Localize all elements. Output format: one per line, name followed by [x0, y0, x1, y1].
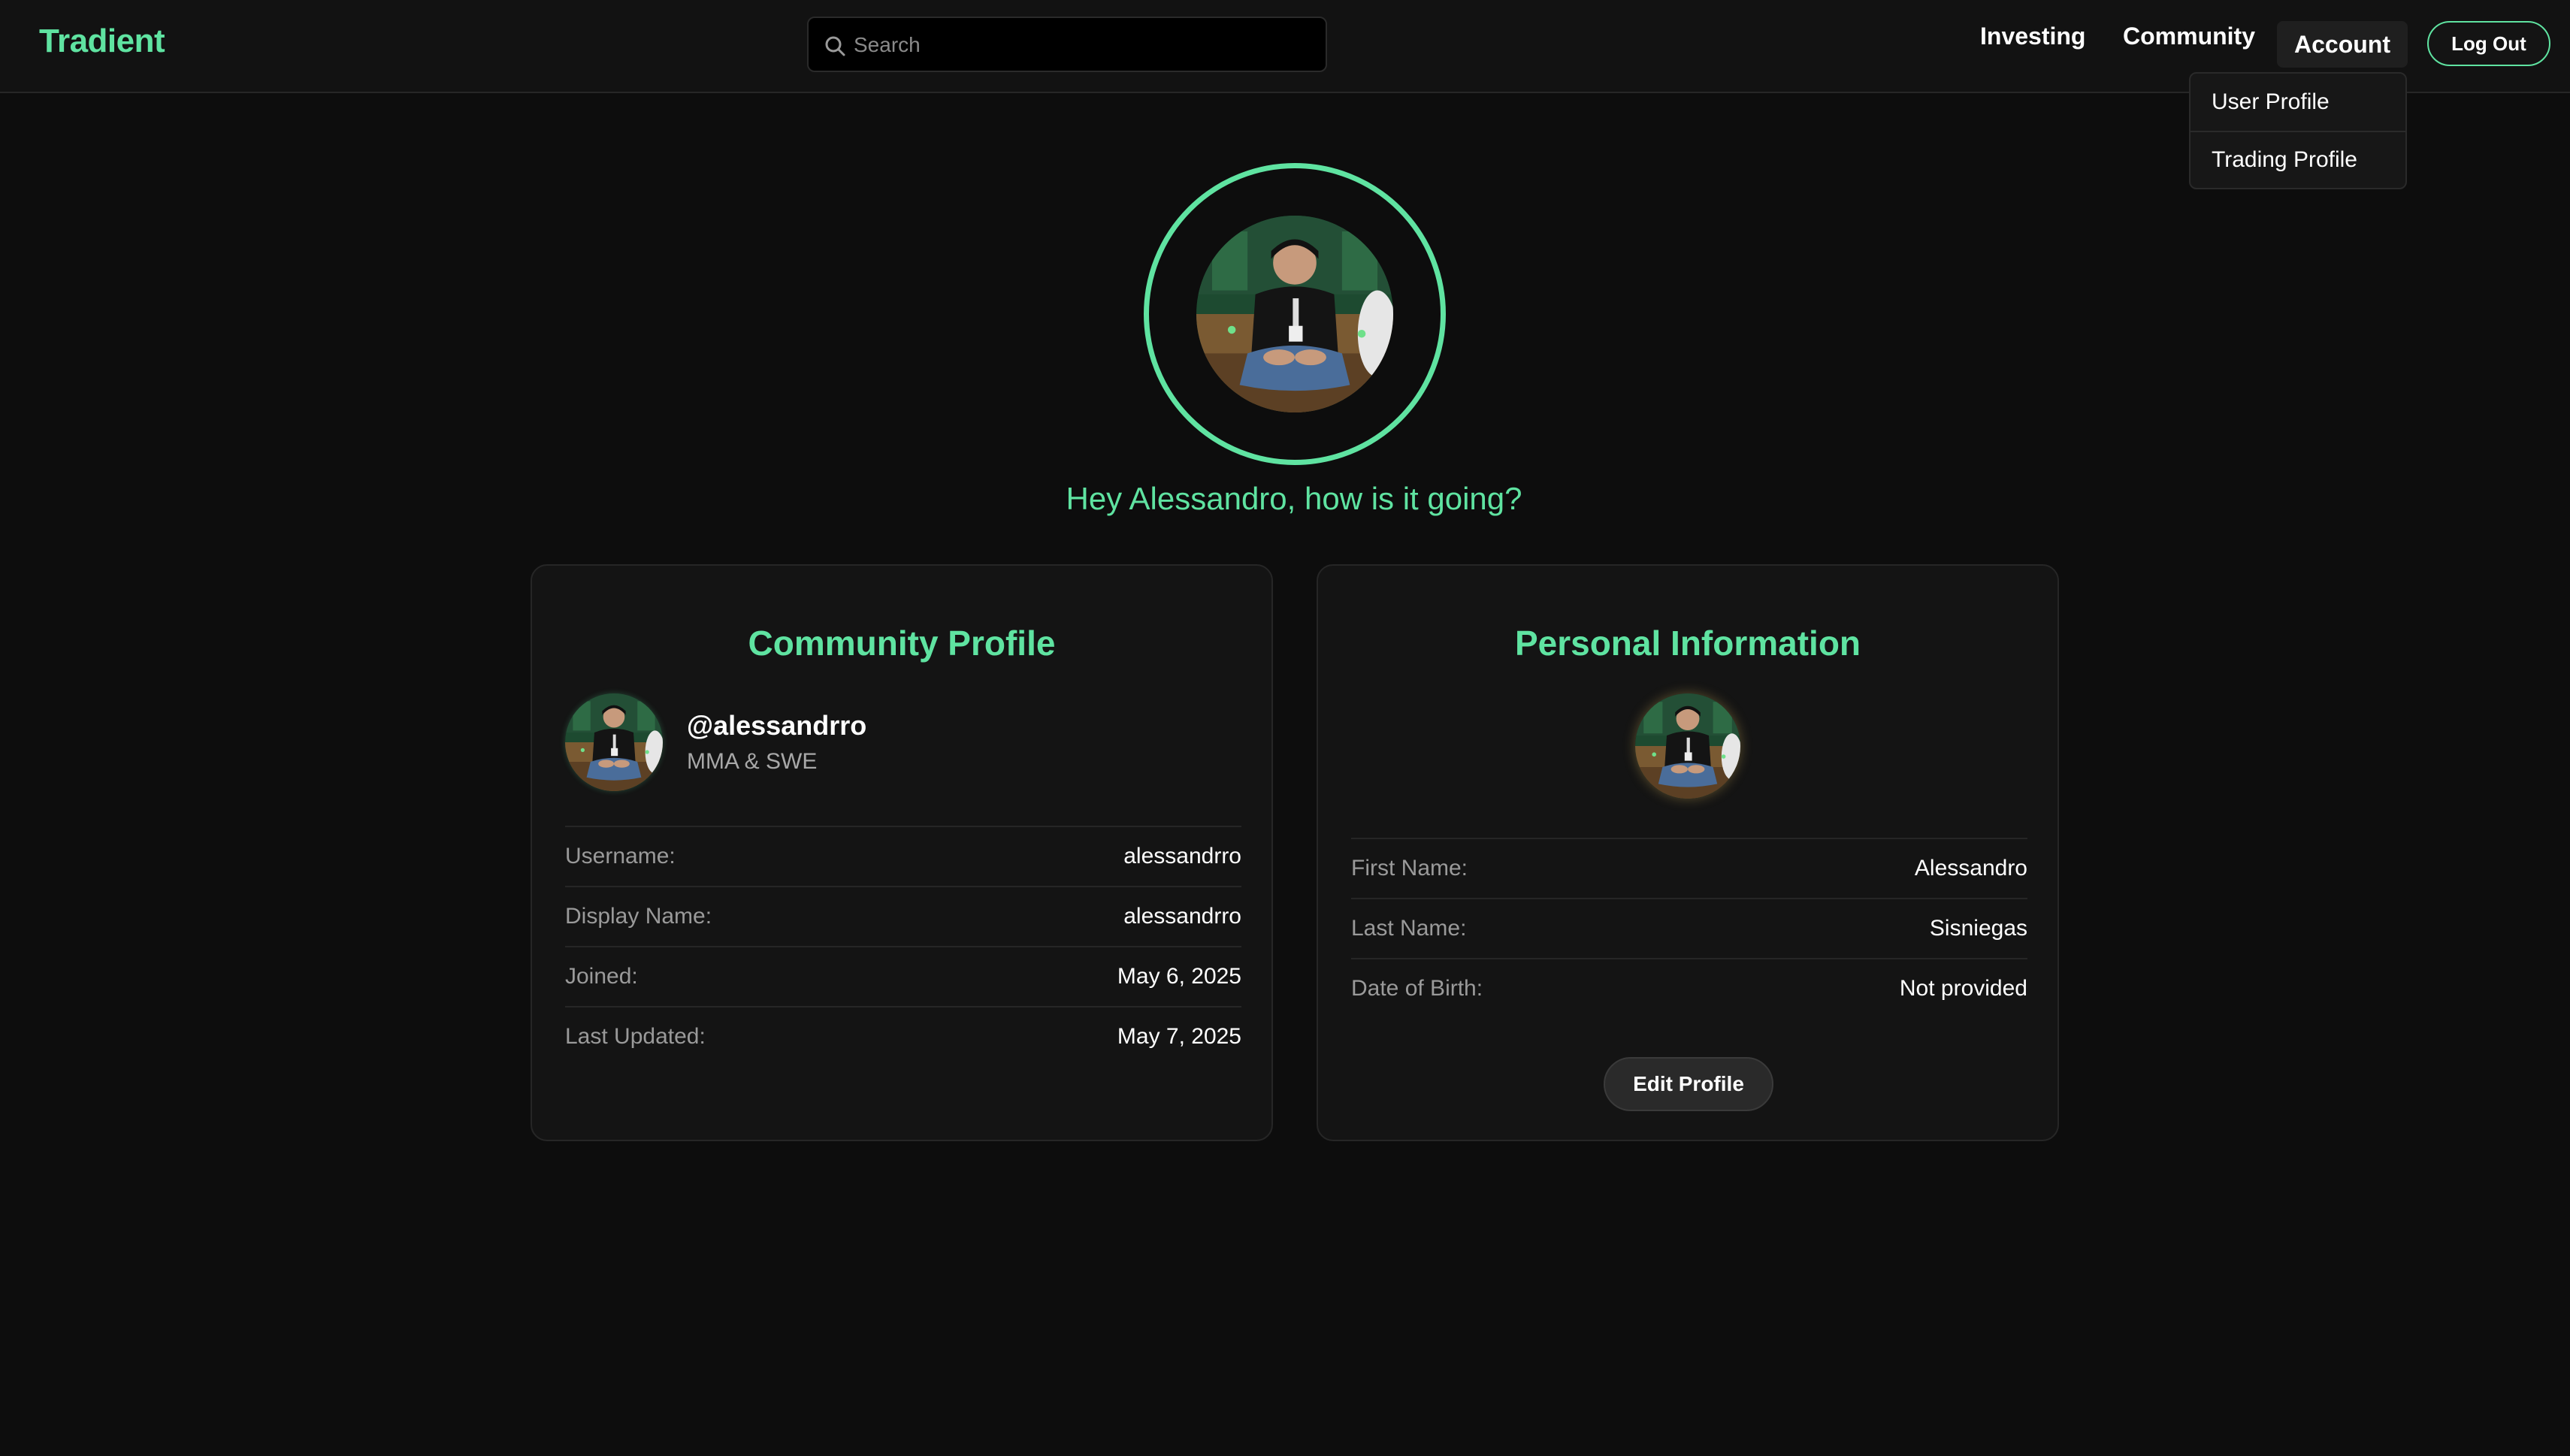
nav-account-menu[interactable]: Account [2277, 21, 2408, 68]
profile-bio: MMA & SWE [687, 749, 818, 774]
info-value: alessandrro [1123, 844, 1241, 868]
info-value: alessandrro [1123, 904, 1241, 929]
info-label: First Name: [1351, 856, 1468, 881]
greeting-text: Hey Alessandro, how is it going? [1066, 481, 1522, 516]
edit-profile-button[interactable]: Edit Profile [1604, 1057, 1773, 1111]
profile-handle: @alessandrro [687, 710, 867, 741]
personal-info-table: First Name: Alessandro Last Name: Sisnie… [1351, 838, 2027, 1018]
info-row-first-name: First Name: Alessandro [1351, 838, 2027, 898]
info-value: May 6, 2025 [1117, 964, 1241, 989]
profile-avatar-ring [1144, 163, 1446, 465]
search-input[interactable] [852, 18, 1306, 72]
community-profile-card: Community Profile @alessandrro MMA & SWE… [531, 564, 1273, 1141]
info-value: Sisniegas [1929, 916, 2027, 941]
logout-button[interactable]: Log Out [2427, 21, 2550, 66]
community-profile-header: @alessandrro MMA & SWE [565, 693, 1241, 793]
search-bar[interactable] [807, 17, 1327, 72]
info-label: Display Name: [565, 904, 712, 929]
personal-information-card: Personal Information First Name: Alessan… [1317, 564, 2059, 1141]
info-value: Not provided [1899, 976, 2027, 1001]
avatar [565, 693, 663, 791]
info-row-last-updated: Last Updated: May 7, 2025 [565, 1006, 1241, 1066]
info-row-date-of-birth: Date of Birth: Not provided [1351, 958, 2027, 1018]
info-value: Alessandro [1914, 856, 2027, 881]
info-label: Last Updated: [565, 1024, 706, 1049]
info-label: Last Name: [1351, 916, 1467, 941]
avatar [1635, 693, 1740, 799]
personal-information-title: Personal Information [1514, 624, 1861, 663]
profile-avatar-large[interactable] [1196, 216, 1393, 412]
info-label: Username: [565, 844, 676, 868]
info-label: Date of Birth: [1351, 976, 1483, 1001]
info-row-display-name: Display Name: alessandrro [565, 886, 1241, 946]
community-profile-title: Community Profile [748, 624, 1056, 663]
community-info-table: Username: alessandrro Display Name: ales… [565, 826, 1241, 1066]
nav-investing[interactable]: Investing [1980, 23, 2085, 50]
top-navigation-bar: Tradient Investing Community Account Log… [0, 0, 2570, 93]
info-label: Joined: [565, 964, 638, 989]
app-logo[interactable]: Tradient [39, 23, 165, 60]
menu-item-trading-profile[interactable]: Trading Profile [2191, 131, 2405, 188]
account-dropdown-menu: User Profile Trading Profile [2189, 72, 2407, 189]
search-icon [824, 35, 846, 57]
info-row-username: Username: alessandrro [565, 826, 1241, 886]
info-row-joined: Joined: May 6, 2025 [565, 946, 1241, 1006]
info-value: May 7, 2025 [1117, 1024, 1241, 1049]
info-row-last-name: Last Name: Sisniegas [1351, 898, 2027, 958]
menu-item-user-profile[interactable]: User Profile [2191, 74, 2405, 131]
nav-community[interactable]: Community [2123, 23, 2255, 50]
